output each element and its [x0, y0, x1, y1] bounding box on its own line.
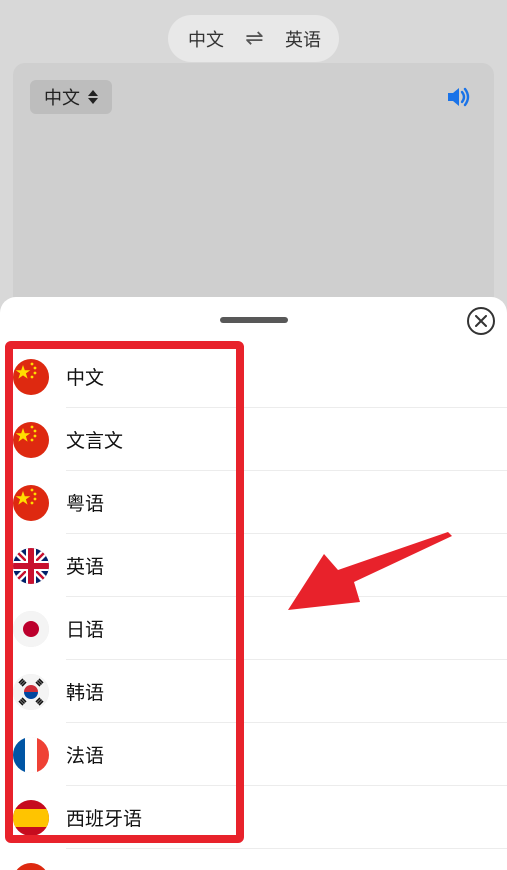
- close-icon: [475, 315, 487, 327]
- source-language-select[interactable]: 中文: [30, 80, 112, 114]
- close-button[interactable]: [467, 307, 495, 335]
- partial-flag-icon: [13, 863, 49, 870]
- source-language-select-label: 中文: [44, 88, 80, 109]
- highlight-box: [5, 341, 244, 843]
- language-switcher[interactable]: 中文 ⇌ 英语: [168, 15, 339, 62]
- language-item-next[interactable]: [0, 849, 507, 870]
- target-language-label[interactable]: 英语: [285, 26, 321, 52]
- swap-icon[interactable]: ⇌: [245, 26, 263, 51]
- source-language-label[interactable]: 中文: [188, 26, 224, 52]
- sort-arrows-icon: [88, 90, 98, 104]
- drag-handle[interactable]: [220, 317, 288, 323]
- pointer-arrow-icon: [288, 532, 452, 610]
- speaker-icon[interactable]: [446, 85, 472, 109]
